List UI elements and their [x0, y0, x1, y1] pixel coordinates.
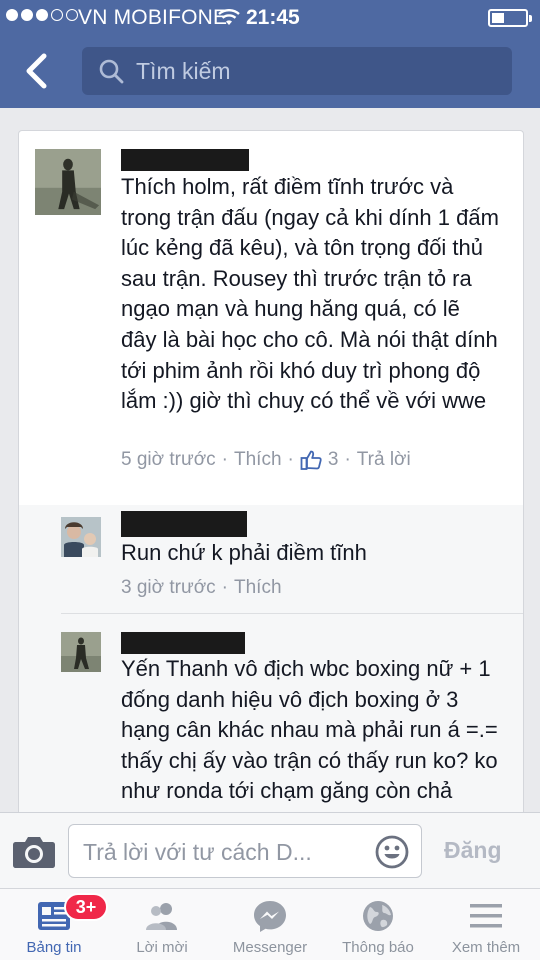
author-name-redacted: [121, 511, 247, 537]
tab-label: Thông báo: [342, 939, 414, 956]
globe-icon: [363, 901, 393, 931]
tab-bar: 3+ Bảng tin Lời mời Messenger Thông báo: [0, 888, 540, 960]
reply-meta: 3 giờ trước · Thích: [121, 577, 282, 599]
avatar[interactable]: [61, 517, 101, 557]
friend-requests-icon: [146, 903, 177, 930]
tab-label: Bảng tin: [26, 939, 82, 956]
comment-text: Thích holm, rất điềm tĩnh trước và trong…: [121, 174, 499, 414]
reply-time: 3 giờ trước: [121, 577, 216, 598]
reply-text: Run chứ k phải điềm tĩnh: [121, 540, 367, 565]
battery-icon: [488, 9, 532, 27]
search-placeholder: Tìm kiếm: [136, 58, 231, 84]
search-input[interactable]: Tìm kiếm: [82, 47, 512, 95]
tab-label: Lời mời: [136, 939, 188, 956]
tab-friend-requests[interactable]: Lời mời: [108, 889, 216, 960]
tab-messenger[interactable]: Messenger: [216, 889, 324, 960]
reply-text: Yến Thanh vô địch wbc boxing nữ + 1 đống…: [121, 656, 498, 830]
chevron-left-icon[interactable]: [22, 52, 52, 90]
like-count: 3: [327, 449, 339, 470]
status-bar: VN MOBIFONE 21:45: [0, 0, 540, 36]
like-link[interactable]: Thích: [234, 577, 282, 599]
comment-meta: 5 giờ trước · Thích · 3 · Trả lời: [121, 449, 411, 471]
avatar[interactable]: [35, 149, 101, 215]
avatar[interactable]: [61, 632, 101, 672]
menu-icon: [470, 904, 502, 928]
tab-notifications[interactable]: Thông báo: [324, 889, 432, 960]
reply-input[interactable]: Trả lời với tư cách D...: [68, 824, 422, 878]
carrier-name: VN MOBIFONE: [78, 6, 228, 29]
tab-more[interactable]: Xem thêm: [432, 889, 540, 960]
reply-composer: Trả lời với tư cách D... Đăng: [0, 812, 540, 888]
search-icon: [99, 59, 124, 84]
clock: 21:45: [246, 6, 300, 29]
reply-placeholder: Trả lời với tư cách D...: [83, 839, 312, 865]
tab-label: Xem thêm: [451, 939, 521, 956]
reply-link[interactable]: Trả lời: [357, 449, 411, 471]
author-name-redacted: [121, 632, 245, 654]
top-bar: VN MOBIFONE 21:45 Tìm kiếm: [0, 0, 540, 108]
emoji-icon[interactable]: [375, 835, 409, 869]
camera-icon[interactable]: [12, 833, 56, 869]
reply-comment: Run chứ k phải điềm tĩnh 3 giờ trước · T…: [19, 505, 523, 613]
post-button[interactable]: Đăng: [444, 837, 502, 864]
signal-strength-icon: [6, 9, 78, 21]
author-name-redacted: [121, 149, 249, 171]
tab-news-feed[interactable]: 3+ Bảng tin: [0, 889, 108, 960]
like-link[interactable]: Thích: [234, 449, 282, 471]
reply-comment: Yến Thanh vô địch wbc boxing nữ + 1 đống…: [19, 614, 523, 830]
notification-badge: 3+: [64, 893, 108, 921]
messenger-icon: [254, 901, 286, 932]
comment: Thích holm, rất điềm tĩnh trước và trong…: [19, 131, 523, 505]
wifi-icon: [218, 9, 240, 25]
comment-time: 5 giờ trước: [121, 449, 216, 470]
comments-card: Thích holm, rất điềm tĩnh trước và trong…: [18, 130, 524, 830]
tab-label: Messenger: [232, 939, 308, 956]
thumbs-up-icon: [300, 450, 322, 470]
